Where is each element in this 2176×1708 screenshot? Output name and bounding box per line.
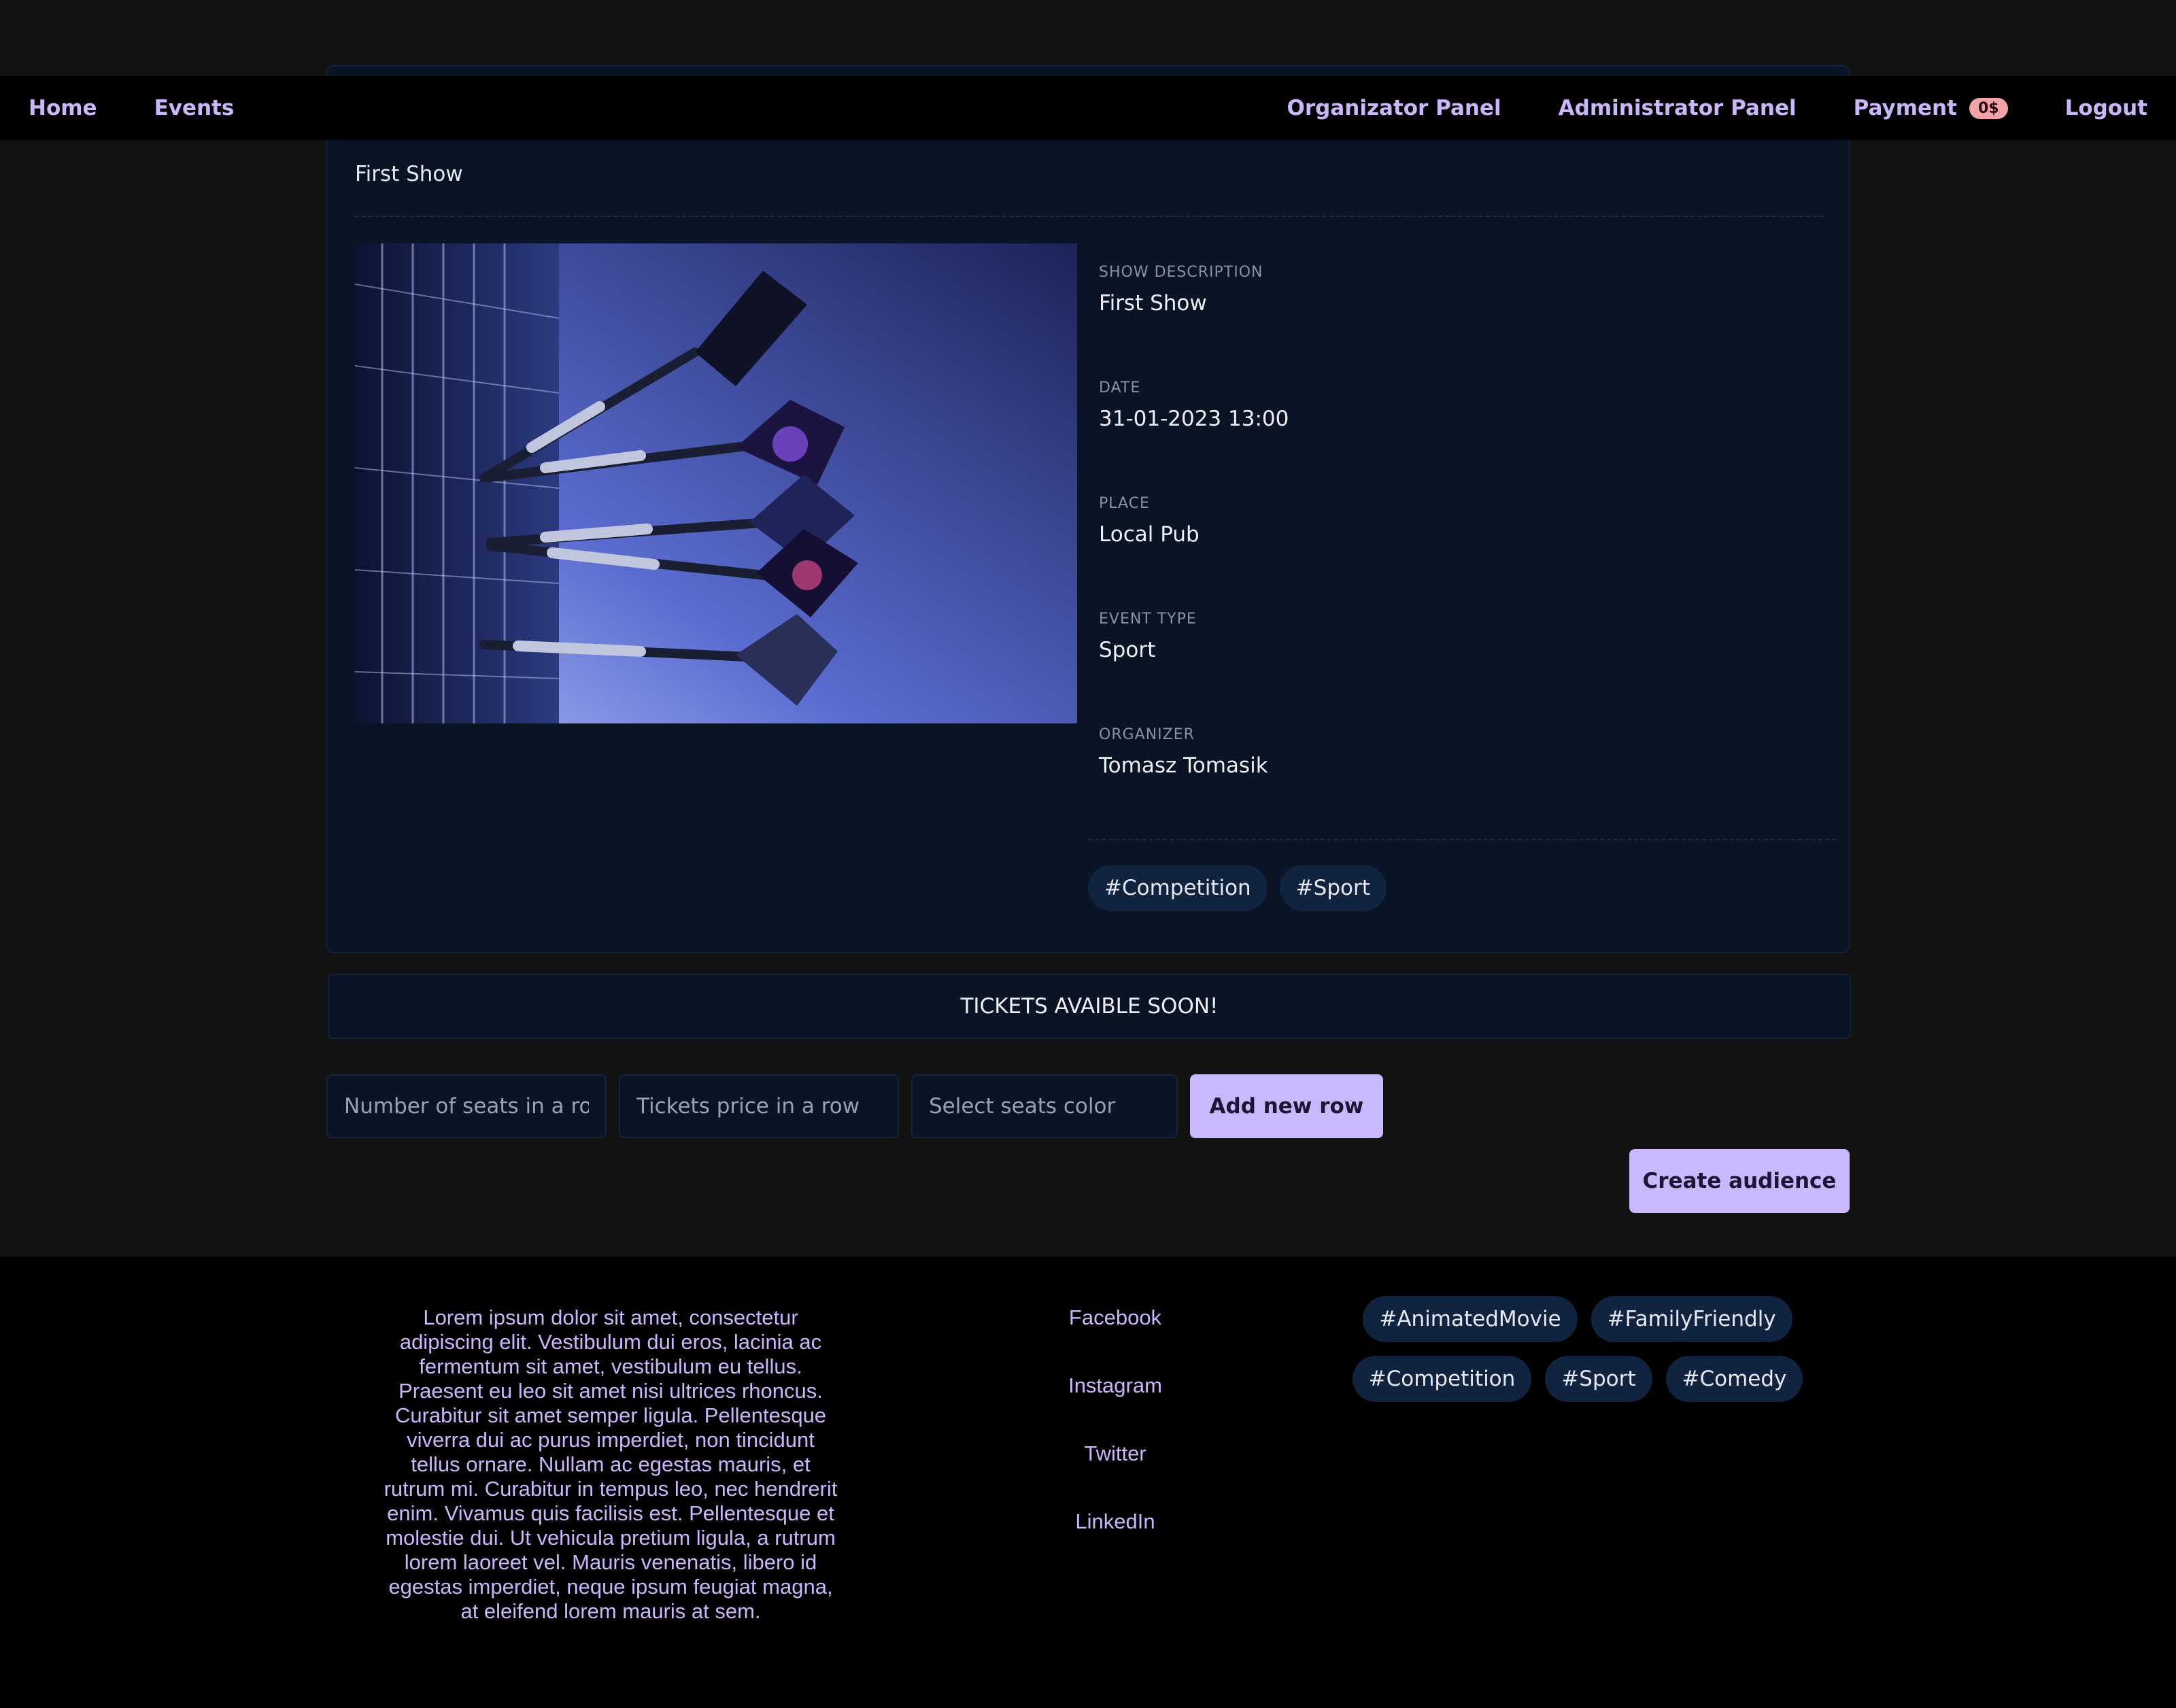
- footer-tags-row: #AnimatedMovie #FamilyFriendly: [1353, 1296, 1802, 1342]
- seat-color-input[interactable]: [911, 1074, 1178, 1138]
- twitter-link[interactable]: Twitter: [1084, 1441, 1146, 1466]
- detail-value: Tomasz Tomasik: [1099, 753, 1268, 778]
- detail-description: SHOW DESCRIPTION First Show: [1099, 262, 1779, 378]
- nav-payment-label: Payment: [1853, 96, 1957, 120]
- top-navbar: Home Events Organizator Panel Administra…: [0, 76, 2176, 140]
- tag-comedy[interactable]: #Comedy: [1665, 1356, 1803, 1402]
- create-audience-button[interactable]: Create audience: [1629, 1149, 1850, 1213]
- event-details: SHOW DESCRIPTION First Show DATE 31-01-2…: [1099, 262, 1779, 840]
- nav-home[interactable]: Home: [29, 96, 97, 120]
- ticket-price-input[interactable]: [619, 1074, 899, 1138]
- detail-label: SHOW DESCRIPTION: [1099, 264, 1263, 281]
- event-card: First Show SHOW DESCRIPTION First Show D…: [326, 65, 1850, 953]
- nav-right: Organizator Panel Administrator Panel Pa…: [1287, 96, 2148, 120]
- linkedin-link[interactable]: LinkedIn: [1075, 1509, 1155, 1534]
- event-title: First Show: [355, 162, 463, 186]
- detail-organizer: ORGANIZER Tomasz Tomasik: [1099, 725, 1779, 840]
- detail-event-type: EVENT TYPE Sport: [1099, 609, 1779, 725]
- nav-events[interactable]: Events: [154, 96, 235, 120]
- footer-tags: #AnimatedMovie #FamilyFriendly #Competit…: [1352, 1296, 1803, 1416]
- add-row-form: Add new row: [326, 1074, 1383, 1138]
- detail-label: ORGANIZER: [1099, 726, 1195, 743]
- event-image: [355, 243, 1077, 723]
- detail-label: DATE: [1099, 379, 1141, 396]
- nav-administrator-panel[interactable]: Administrator Panel: [1559, 96, 1797, 120]
- nav-logout[interactable]: Logout: [2065, 96, 2147, 120]
- nav-organizer-panel[interactable]: Organizator Panel: [1287, 96, 1501, 120]
- tag-family-friendly[interactable]: #FamilyFriendly: [1591, 1296, 1792, 1342]
- divider: [1088, 839, 1836, 840]
- tag-competition[interactable]: #Competition: [1352, 1356, 1532, 1402]
- tag-sport[interactable]: #Sport: [1545, 1356, 1652, 1402]
- nav-payment[interactable]: Payment 0$: [1854, 96, 2008, 120]
- detail-date: DATE 31-01-2023 13:00: [1099, 378, 1779, 494]
- detail-value: First Show: [1099, 291, 1207, 315]
- footer: Lorem ipsum dolor sit amet, consectetur …: [0, 1257, 2176, 1708]
- divider: [355, 216, 1824, 217]
- seats-per-row-input[interactable]: [326, 1074, 607, 1138]
- tag-sport[interactable]: #Sport: [1279, 865, 1387, 911]
- tag-competition[interactable]: #Competition: [1088, 865, 1268, 911]
- footer-tags-row: #Competition #Sport #Comedy: [1352, 1356, 1803, 1402]
- event-tags: #Competition #Sport: [1088, 865, 1387, 911]
- tickets-banner: TICKETS AVAIBLE SOON!: [328, 974, 1851, 1039]
- facebook-link[interactable]: Facebook: [1069, 1305, 1161, 1330]
- nav-left: Home Events: [29, 96, 234, 120]
- page: First Show SHOW DESCRIPTION First Show D…: [0, 0, 2176, 1708]
- payment-badge: 0$: [1969, 97, 2008, 119]
- detail-value: Sport: [1099, 638, 1156, 662]
- detail-label: PLACE: [1099, 495, 1150, 512]
- add-new-row-button[interactable]: Add new row: [1190, 1074, 1383, 1138]
- tag-animated-movie[interactable]: #AnimatedMovie: [1363, 1296, 1578, 1342]
- detail-place: PLACE Local Pub: [1099, 494, 1779, 609]
- social-links: Facebook Instagram Twitter LinkedIn: [986, 1305, 1244, 1534]
- detail-value: 31-01-2023 13:00: [1099, 407, 1289, 431]
- footer-text: Lorem ipsum dolor sit amet, consectetur …: [384, 1305, 838, 1623]
- detail-label: EVENT TYPE: [1099, 611, 1197, 628]
- instagram-link[interactable]: Instagram: [1068, 1373, 1162, 1398]
- detail-value: Local Pub: [1099, 522, 1200, 547]
